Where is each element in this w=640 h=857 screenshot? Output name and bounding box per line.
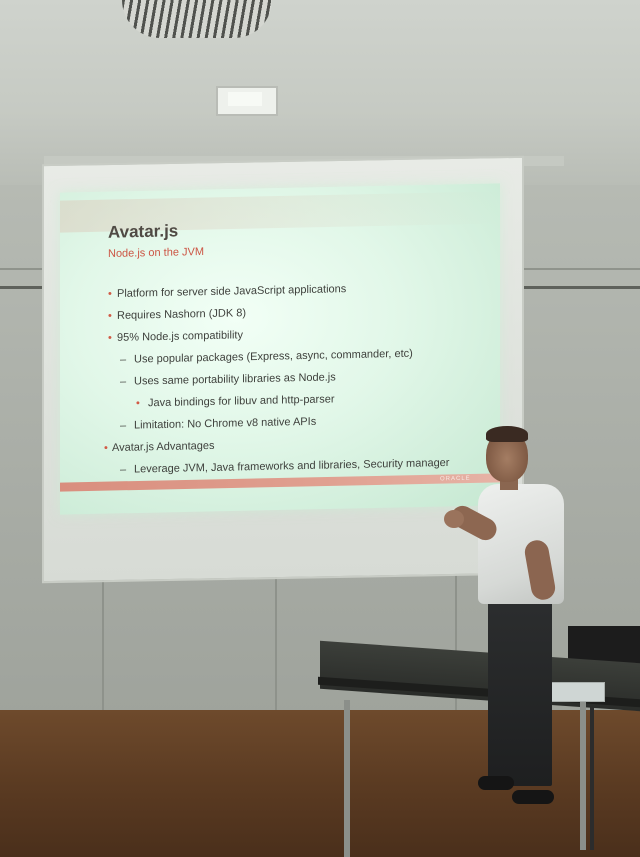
- bullet-marker: •: [108, 288, 112, 301]
- bullet-marker: •: [136, 397, 140, 410]
- bullet-text: Limitation: No Chrome v8 native APIs: [134, 415, 317, 432]
- table-leg: [580, 700, 586, 850]
- slide-title: Avatar.js: [108, 221, 179, 242]
- presenter-hair: [486, 426, 528, 442]
- wall-panel-seam: [102, 570, 104, 720]
- bullet-marker: –: [120, 353, 127, 366]
- oracle-logo: ORACLE: [440, 475, 471, 483]
- bullet-text: Requires Nashorn (JDK 8): [117, 307, 246, 322]
- slide-bullet-list: • Platform for server side JavaScript ap…: [104, 280, 504, 486]
- bullet-marker: –: [120, 463, 127, 476]
- ceiling-light-panel: [228, 92, 262, 106]
- presenter-trousers: [488, 596, 552, 786]
- chair-leg: [590, 700, 594, 850]
- bullet-marker: •: [108, 310, 112, 323]
- wall-panel-seam: [275, 570, 277, 720]
- ceiling-vent: [122, 0, 272, 38]
- bullet-marker: •: [108, 332, 112, 345]
- table-leg: [344, 700, 350, 857]
- bullet-marker: •: [104, 442, 108, 455]
- bullet-text: Avatar.js Advantages: [112, 439, 215, 455]
- presenter-shoe: [478, 776, 514, 790]
- bullet-marker: –: [120, 419, 127, 432]
- bullet-marker: –: [120, 375, 127, 388]
- presenter-shoe: [512, 790, 554, 804]
- bullet-text: Java bindings for libuv and http-parser: [148, 393, 335, 410]
- bullet-text: 95% Node.js compatibility: [117, 329, 243, 344]
- slide-subtitle: Node.js on the JVM: [108, 245, 204, 261]
- presenter-hand: [444, 510, 464, 528]
